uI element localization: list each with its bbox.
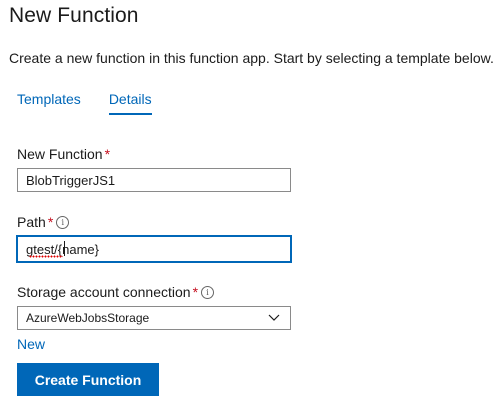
tab-templates[interactable]: Templates — [17, 91, 81, 115]
required-marker: * — [47, 214, 54, 230]
function-name-input[interactable] — [17, 168, 291, 192]
info-icon[interactable]: i — [56, 215, 70, 229]
path-input[interactable] — [17, 236, 291, 262]
create-function-button[interactable]: Create Function — [17, 363, 159, 396]
path-label-text: Path — [17, 214, 46, 230]
new-function-label-text: New Function — [17, 146, 103, 162]
chevron-down-icon — [268, 314, 280, 321]
path-label: Path * i — [17, 214, 70, 230]
required-marker: * — [192, 284, 199, 300]
dropdown-selected-value: AzureWebJobsStorage — [26, 311, 150, 325]
storage-connection-dropdown[interactable]: AzureWebJobsStorage — [17, 306, 291, 330]
page-title: New Function — [9, 4, 139, 27]
storage-connection-label-text: Storage account connection — [17, 284, 191, 300]
storage-connection-label: Storage account connection * i — [17, 284, 215, 300]
required-marker: * — [104, 146, 111, 162]
tab-details[interactable]: Details — [108, 91, 152, 115]
new-connection-link[interactable]: New — [17, 336, 45, 352]
page-subtitle: Create a new function in this function a… — [9, 50, 494, 66]
info-icon[interactable]: i — [201, 285, 215, 299]
tab-bar: Templates Details — [17, 91, 180, 115]
new-function-label: New Function * — [17, 146, 110, 162]
path-input-wrapper — [17, 236, 291, 262]
